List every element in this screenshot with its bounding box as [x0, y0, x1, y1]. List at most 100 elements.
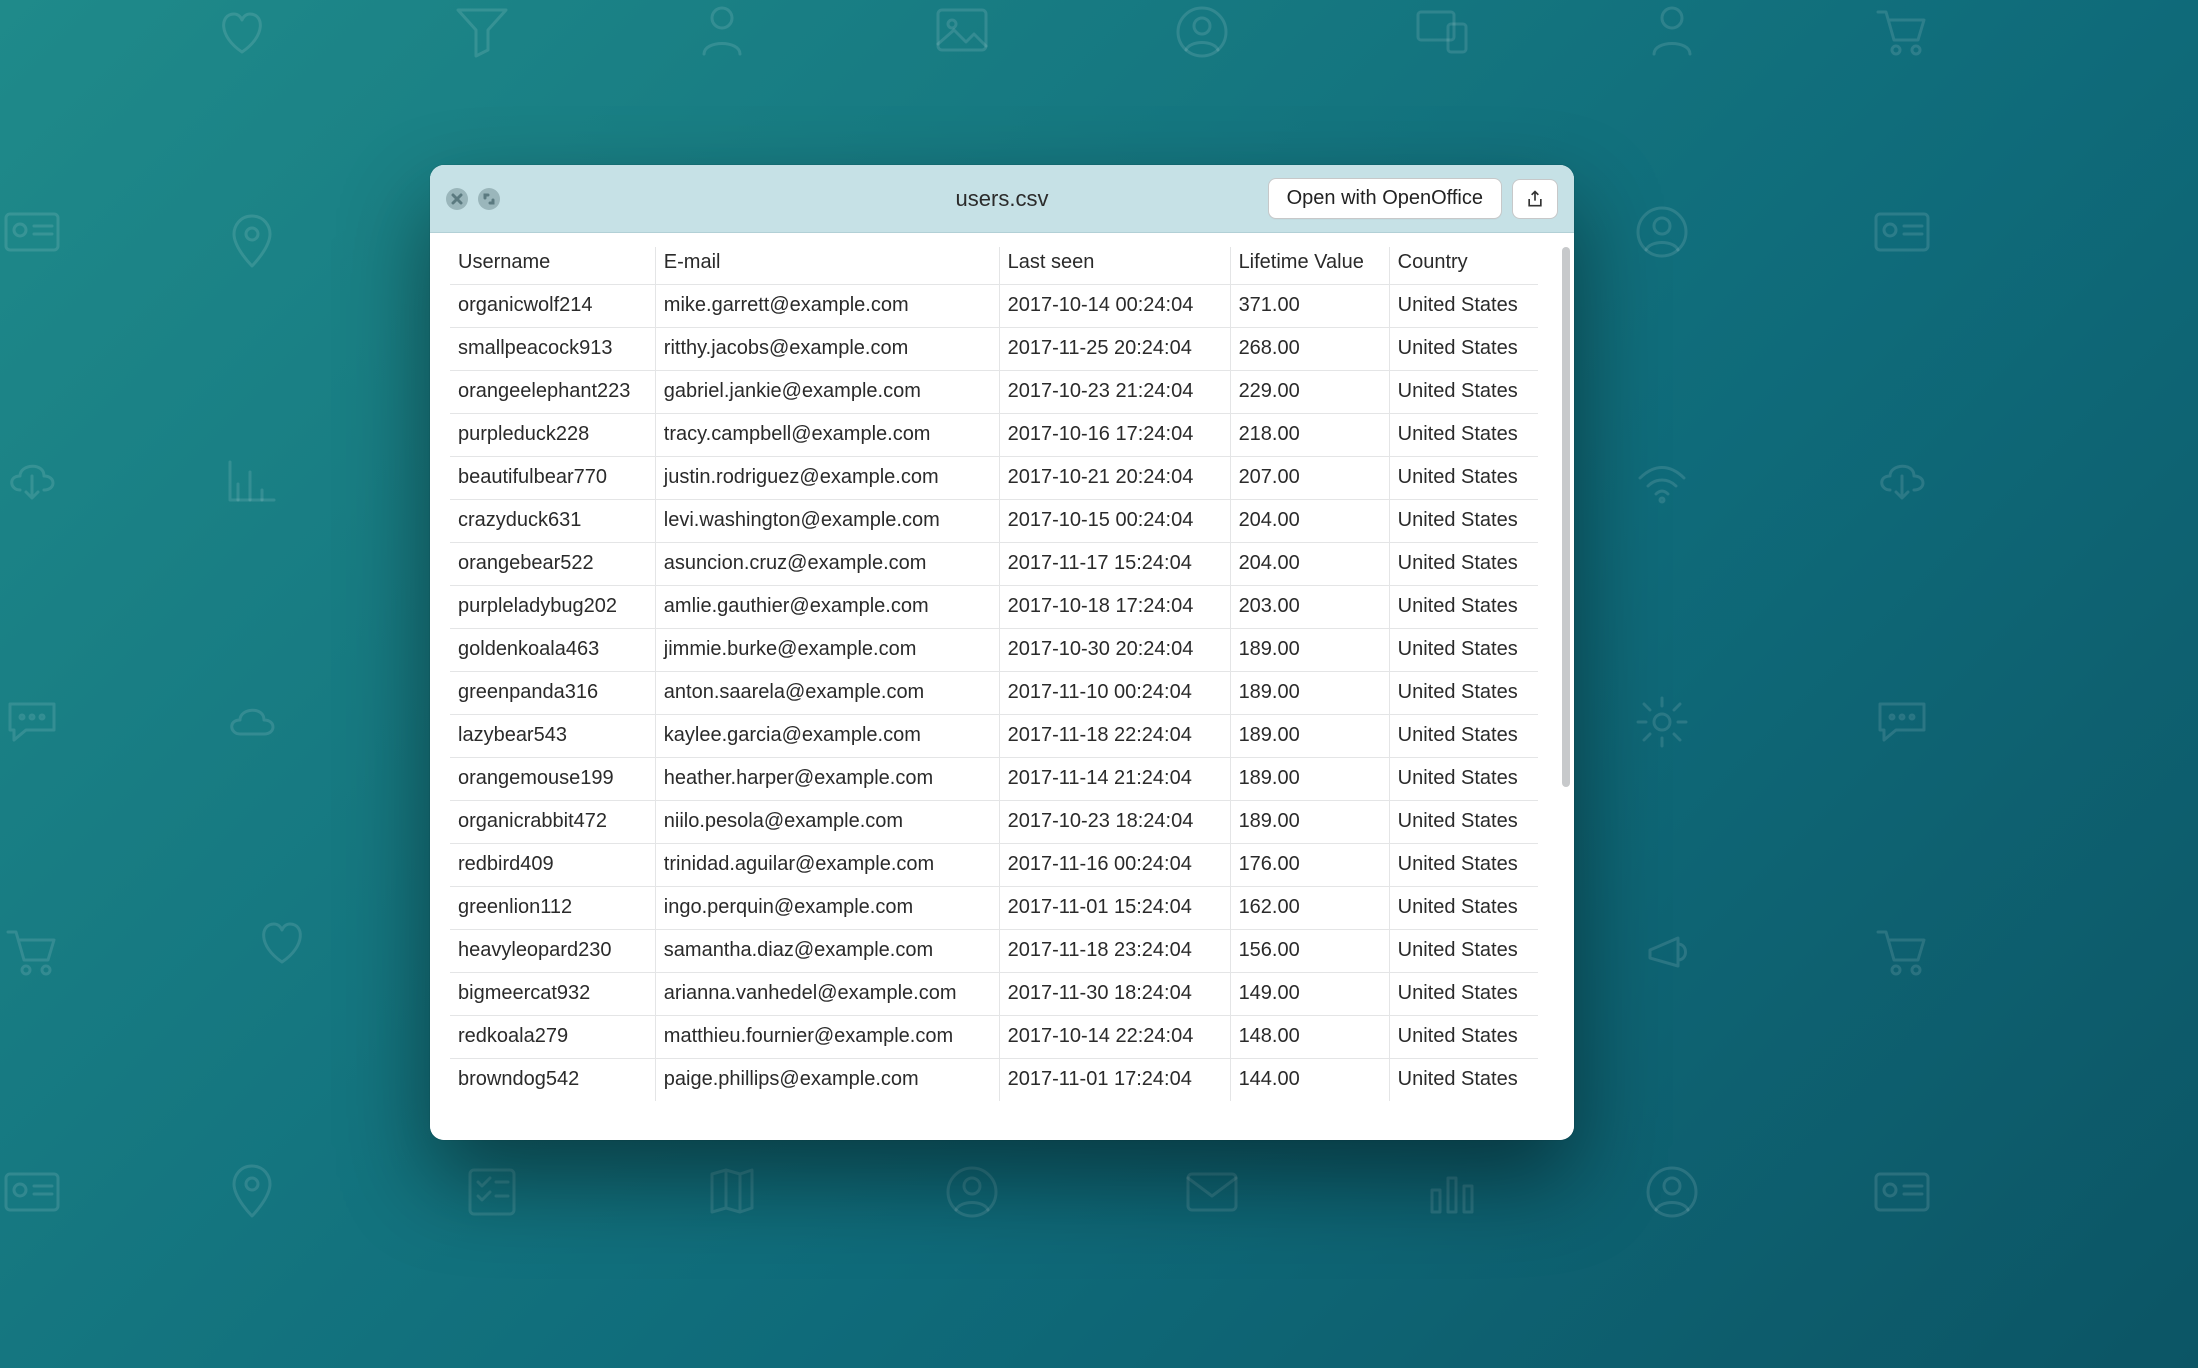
cell-last_seen: 2017-11-30 18:24:04: [999, 973, 1230, 1016]
table-row: orangebear522asuncion.cruz@example.com20…: [450, 543, 1538, 586]
cell-last_seen: 2017-11-14 21:24:04: [999, 758, 1230, 801]
cell-ltv: 204.00: [1230, 500, 1389, 543]
content-area: Username E-mail Last seen Lifetime Value…: [430, 233, 1574, 1140]
cell-country: United States: [1389, 973, 1538, 1016]
id-card-icon: [0, 200, 64, 264]
cell-last_seen: 2017-11-10 00:24:04: [999, 672, 1230, 715]
cart-icon: [0, 920, 64, 984]
cell-country: United States: [1389, 1016, 1538, 1059]
pin-icon: [220, 1160, 284, 1224]
cart-icon: [1870, 0, 1934, 64]
cell-country: United States: [1389, 457, 1538, 500]
cell-ltv: 204.00: [1230, 543, 1389, 586]
megaphone-icon: [1640, 920, 1704, 984]
cell-country: United States: [1389, 801, 1538, 844]
table-row: lazybear543kaylee.garcia@example.com2017…: [450, 715, 1538, 758]
cloud-icon: [220, 690, 284, 754]
cell-country: United States: [1389, 414, 1538, 457]
person-icon: [690, 0, 754, 64]
col-lastseen: Last seen: [999, 247, 1230, 285]
share-icon: [1525, 188, 1545, 210]
wifi-icon: [1630, 450, 1694, 514]
share-button[interactable]: [1512, 179, 1558, 219]
cell-last_seen: 2017-10-16 17:24:04: [999, 414, 1230, 457]
cell-ltv: 189.00: [1230, 801, 1389, 844]
table-row: bigmeercat932arianna.vanhedel@example.co…: [450, 973, 1538, 1016]
titlebar: users.csv Open with OpenOffice: [430, 165, 1574, 233]
cell-username: greenlion112: [450, 887, 655, 930]
cell-country: United States: [1389, 758, 1538, 801]
cell-ltv: 189.00: [1230, 629, 1389, 672]
close-icon: [451, 193, 463, 205]
person-icon: [1640, 0, 1704, 64]
table-row: goldenkoala463jimmie.burke@example.com20…: [450, 629, 1538, 672]
cell-country: United States: [1389, 371, 1538, 414]
cell-country: United States: [1389, 543, 1538, 586]
id-card-icon: [1870, 200, 1934, 264]
scrollbar[interactable]: [1558, 233, 1574, 1140]
cell-ltv: 176.00: [1230, 844, 1389, 887]
cell-email: gabriel.jankie@example.com: [655, 371, 999, 414]
cell-country: United States: [1389, 844, 1538, 887]
scroll-thumb[interactable]: [1562, 247, 1570, 787]
table-row: crazyduck631levi.washington@example.com2…: [450, 500, 1538, 543]
quicklook-window: users.csv Open with OpenOffice Username: [430, 165, 1574, 1140]
cell-last_seen: 2017-10-14 22:24:04: [999, 1016, 1230, 1059]
cell-last_seen: 2017-10-15 00:24:04: [999, 500, 1230, 543]
cell-email: jimmie.burke@example.com: [655, 629, 999, 672]
cell-ltv: 203.00: [1230, 586, 1389, 629]
cell-email: paige.phillips@example.com: [655, 1059, 999, 1102]
table-row: purpleladybug202amlie.gauthier@example.c…: [450, 586, 1538, 629]
chat-icon: [0, 690, 64, 754]
cell-username: browndog542: [450, 1059, 655, 1102]
table-row: redbird409trinidad.aguilar@example.com20…: [450, 844, 1538, 887]
table-scroll[interactable]: Username E-mail Last seen Lifetime Value…: [430, 233, 1558, 1140]
cell-email: matthieu.fournier@example.com: [655, 1016, 999, 1059]
cell-email: ritthy.jacobs@example.com: [655, 328, 999, 371]
cell-email: mike.garrett@example.com: [655, 285, 999, 328]
cell-ltv: 149.00: [1230, 973, 1389, 1016]
checklist-icon: [460, 1160, 524, 1224]
cloud-download-icon: [0, 450, 64, 514]
cell-last_seen: 2017-10-14 00:24:04: [999, 285, 1230, 328]
cell-username: organicrabbit472: [450, 801, 655, 844]
cell-email: anton.saarela@example.com: [655, 672, 999, 715]
cell-username: redkoala279: [450, 1016, 655, 1059]
table-row: greenlion112ingo.perquin@example.com2017…: [450, 887, 1538, 930]
cell-username: redbird409: [450, 844, 655, 887]
bar-chart-icon: [220, 450, 284, 514]
cell-username: greenpanda316: [450, 672, 655, 715]
avatar-icon: [940, 1160, 1004, 1224]
cell-username: heavyleopard230: [450, 930, 655, 973]
cell-last_seen: 2017-11-18 22:24:04: [999, 715, 1230, 758]
cell-last_seen: 2017-10-18 17:24:04: [999, 586, 1230, 629]
mail-icon: [1180, 1160, 1244, 1224]
cell-last_seen: 2017-11-16 00:24:04: [999, 844, 1230, 887]
cell-email: tracy.campbell@example.com: [655, 414, 999, 457]
image-icon: [930, 0, 994, 64]
close-button[interactable]: [446, 188, 468, 210]
cell-username: crazyduck631: [450, 500, 655, 543]
cell-ltv: 229.00: [1230, 371, 1389, 414]
cell-last_seen: 2017-11-18 23:24:04: [999, 930, 1230, 973]
table-row: organicrabbit472niilo.pesola@example.com…: [450, 801, 1538, 844]
cell-ltv: 207.00: [1230, 457, 1389, 500]
col-ltv: Lifetime Value: [1230, 247, 1389, 285]
open-with-button[interactable]: Open with OpenOffice: [1268, 178, 1502, 219]
funnel-icon: [450, 0, 514, 64]
fullscreen-button[interactable]: [478, 188, 500, 210]
cell-email: ingo.perquin@example.com: [655, 887, 999, 930]
cell-country: United States: [1389, 629, 1538, 672]
cell-country: United States: [1389, 715, 1538, 758]
cell-username: goldenkoala463: [450, 629, 655, 672]
cell-last_seen: 2017-10-30 20:24:04: [999, 629, 1230, 672]
heart-icon: [210, 0, 274, 64]
cell-username: bigmeercat932: [450, 973, 655, 1016]
id-card-icon: [0, 1160, 64, 1224]
cell-last_seen: 2017-11-01 15:24:04: [999, 887, 1230, 930]
cell-ltv: 162.00: [1230, 887, 1389, 930]
cell-username: beautifulbear770: [450, 457, 655, 500]
cell-ltv: 268.00: [1230, 328, 1389, 371]
table-row: redkoala279matthieu.fournier@example.com…: [450, 1016, 1538, 1059]
table-row: greenpanda316anton.saarela@example.com20…: [450, 672, 1538, 715]
